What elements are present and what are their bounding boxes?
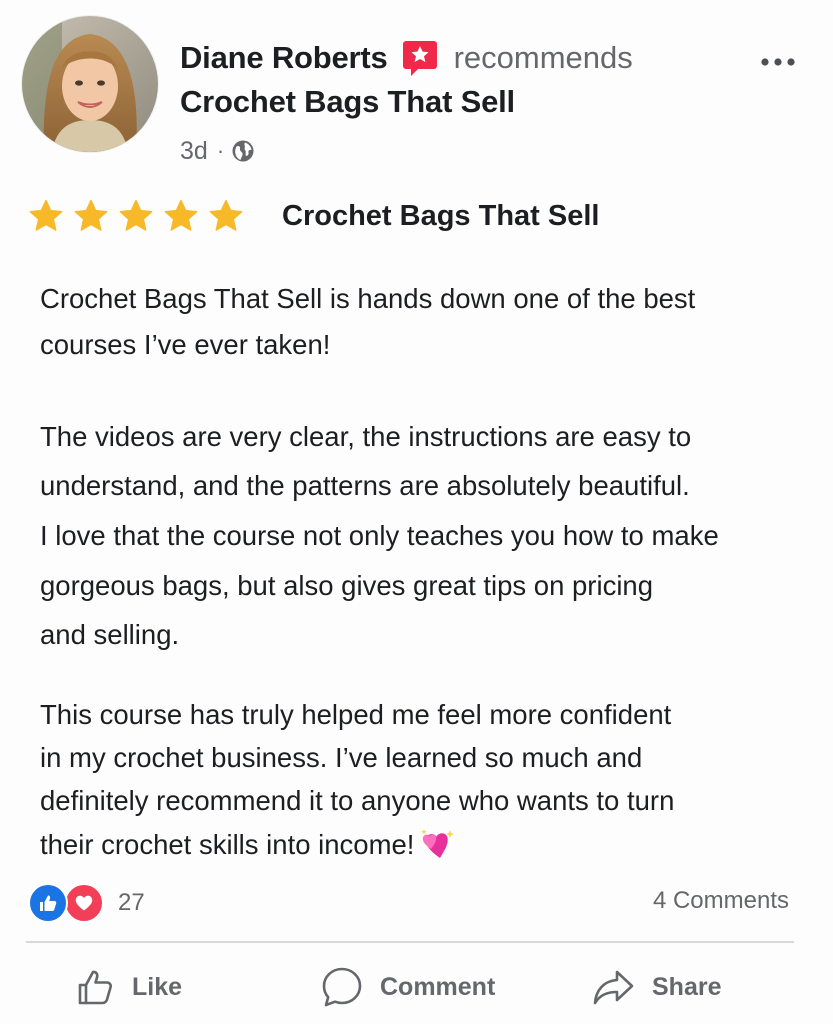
sparkling-hearts-emoji-icon	[420, 827, 456, 861]
like-reaction-icon	[28, 883, 68, 923]
recommends-text: recommends	[453, 40, 633, 75]
review-text-line: I love that the course not only teaches …	[40, 520, 719, 551]
review-text-line: and selling.	[40, 619, 180, 650]
author-name[interactable]: Diane Roberts	[180, 40, 388, 76]
comment-label: Comment	[380, 972, 496, 1001]
review-text-line: their crochet skills into income!	[40, 829, 415, 860]
review-text-line: definitely recommend it to anyone who wa…	[40, 785, 675, 816]
review-text-line: This course has truly helped me feel mor…	[40, 699, 672, 730]
post-header: Diane Roberts recommends	[180, 38, 633, 78]
review-post-card: Diane Roberts recommends Crochet Bags Th…	[0, 0, 833, 1024]
review-text-last-line: their crochet skills into income!	[40, 827, 456, 862]
comment-button[interactable]: Comment	[320, 962, 495, 1012]
love-reaction-icon	[64, 883, 104, 923]
recommended-page-name[interactable]: Crochet Bags That Sell	[180, 84, 515, 120]
review-text-line: understand, and the patterns are absolut…	[40, 470, 690, 501]
like-button[interactable]: Like	[76, 962, 182, 1012]
star-rating	[28, 198, 244, 234]
comment-bubble-icon	[322, 967, 362, 1007]
more-options-icon	[761, 58, 795, 66]
post-timestamp[interactable]: 3d	[180, 137, 208, 166]
star-icon	[163, 198, 199, 234]
review-text-line: in my crochet business. I’ve learned so …	[40, 742, 643, 773]
like-label: Like	[132, 972, 183, 1001]
thumbs-up-icon	[78, 970, 112, 1005]
star-icon	[118, 198, 154, 234]
share-label: Share	[652, 972, 722, 1001]
review-text-line: gorgeous bags, but also gives great tips…	[40, 570, 654, 601]
post-meta: 3d ·	[180, 134, 254, 168]
star-icon	[73, 198, 109, 234]
share-button[interactable]: Share	[592, 962, 721, 1012]
rating-page-title[interactable]: Crochet Bags That Sell	[282, 200, 599, 233]
globe-icon[interactable]	[232, 140, 254, 162]
reactions-summary[interactable]: 27	[28, 883, 145, 923]
star-icon	[28, 198, 64, 234]
rating-row: Crochet Bags That Sell	[28, 194, 599, 238]
meta-separator: ·	[216, 138, 225, 163]
review-text-line: The videos are very clear, the instructi…	[40, 421, 692, 452]
recommend-badge-icon	[402, 39, 438, 77]
avatar-photo	[22, 16, 158, 152]
reaction-count: 27	[118, 889, 145, 916]
review-text-line: courses I’ve ever taken!	[40, 329, 331, 360]
comments-count-link[interactable]: 4 Comments	[653, 887, 789, 915]
star-icon	[208, 198, 244, 234]
divider	[26, 941, 794, 943]
review-text-line: Crochet Bags That Sell is hands down one…	[40, 283, 696, 314]
share-arrow-icon	[593, 970, 634, 1005]
author-avatar[interactable]	[22, 16, 158, 152]
more-options-button[interactable]	[758, 48, 798, 76]
